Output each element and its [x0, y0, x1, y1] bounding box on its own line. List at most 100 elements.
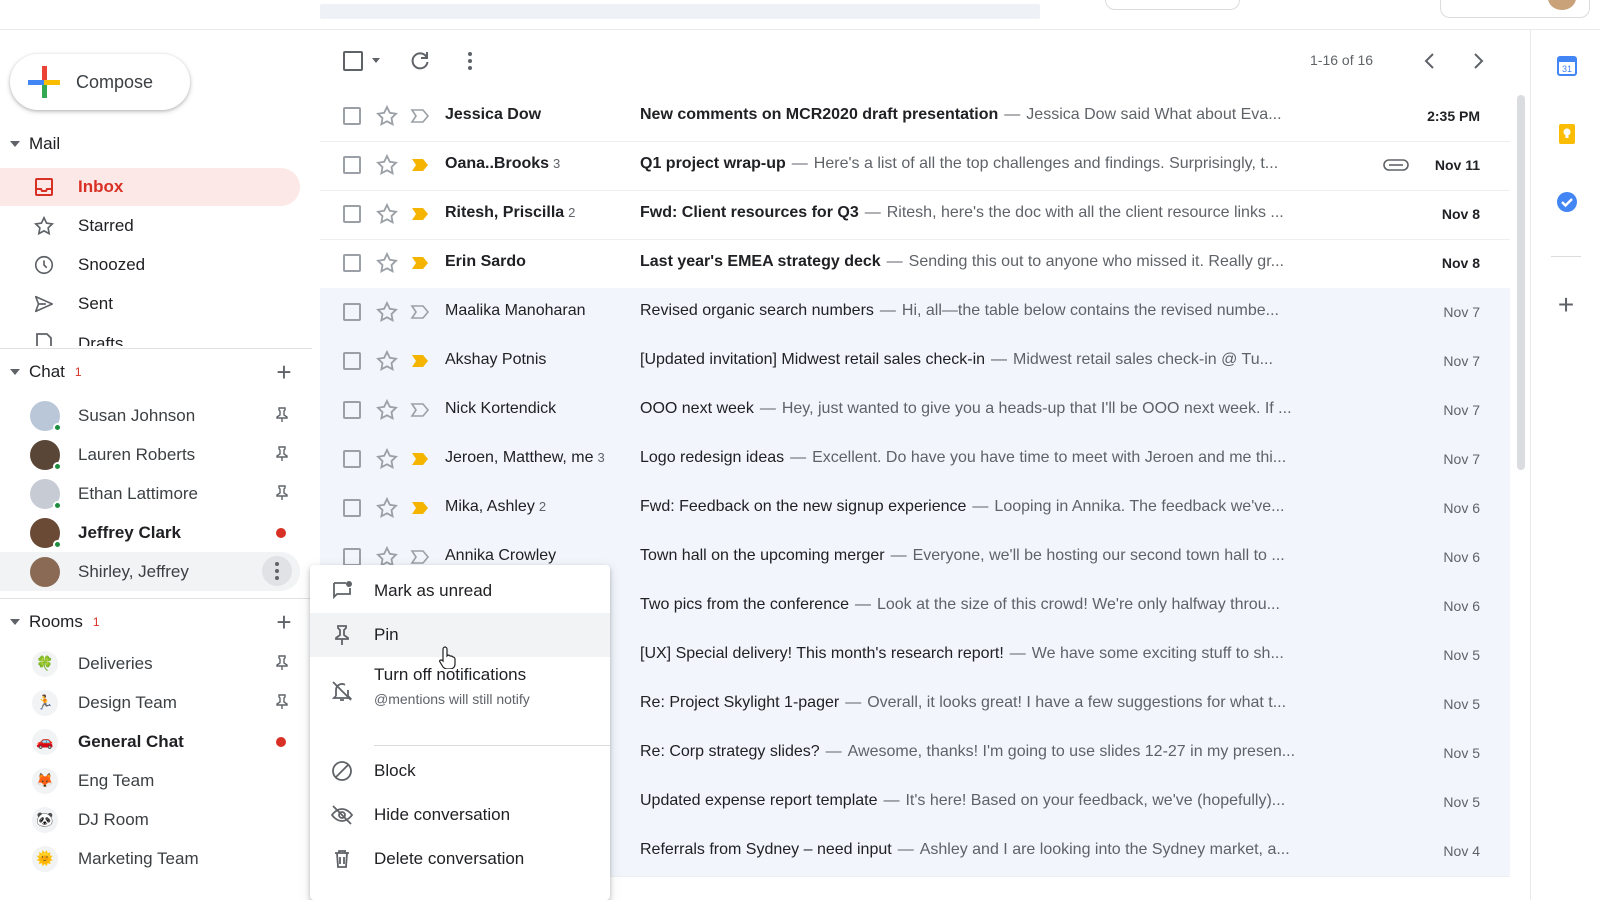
star-icon[interactable]	[375, 300, 399, 324]
menu-mark-unread[interactable]: Mark as unread	[310, 571, 610, 611]
pin-icon[interactable]	[276, 407, 288, 423]
room-item-design-team[interactable]: 🏃 Design Team	[0, 683, 300, 722]
caret-down-icon[interactable]	[10, 141, 20, 147]
nav-drafts[interactable]: Drafts	[0, 324, 300, 346]
chat-section-header[interactable]: Chat 1 +	[0, 358, 312, 386]
refresh-icon[interactable]	[408, 49, 432, 73]
support-pill[interactable]	[1105, 0, 1240, 10]
important-marker-icon[interactable]	[410, 254, 430, 272]
row-checkbox[interactable]	[343, 548, 361, 566]
room-item-dj-room[interactable]: 🐼 DJ Room	[0, 800, 300, 839]
pin-icon[interactable]	[276, 485, 288, 501]
star-icon[interactable]	[375, 251, 399, 275]
star-icon[interactable]	[375, 496, 399, 520]
email-sender-name: Oana..Brooks	[445, 155, 550, 172]
star-icon[interactable]	[375, 398, 399, 422]
email-row[interactable]: Jessica Dow New comments on MCR2020 draft…	[320, 92, 1510, 142]
menu-hide-conversation[interactable]: Hide conversation	[310, 793, 610, 837]
menu-block[interactable]: Block	[310, 749, 610, 793]
nav-sent[interactable]: Sent	[0, 285, 300, 323]
email-row[interactable]: Jeroen, Matthew, me 3 Logo redesign ideas —…	[320, 435, 1510, 485]
email-row[interactable]: Maalika Manoharan Revised organic search …	[320, 288, 1510, 338]
pin-icon[interactable]	[276, 655, 288, 671]
nav-starred[interactable]: Starred	[0, 207, 300, 245]
chevron-right-icon[interactable]	[1466, 49, 1490, 73]
attachment-icon[interactable]	[1383, 157, 1409, 173]
email-snippet: Here's a list of all the top challenges …	[813, 155, 1279, 172]
important-marker-icon[interactable]	[410, 303, 430, 321]
chat-item-jeffrey[interactable]: Jeffrey Clark	[0, 513, 300, 552]
important-marker-icon[interactable]	[410, 352, 430, 370]
menu-turn-off-notifications[interactable]: Turn off notifications @mentions will st…	[310, 659, 610, 723]
star-icon[interactable]	[375, 153, 399, 177]
row-checkbox[interactable]	[343, 401, 361, 419]
email-row[interactable]: Erin Sardo Last year's EMEA strategy deck…	[320, 239, 1510, 289]
sidebar-divider	[0, 598, 312, 599]
caret-down-icon[interactable]	[10, 369, 20, 375]
important-marker-icon[interactable]	[410, 499, 430, 517]
more-options-icon[interactable]	[262, 556, 292, 586]
compose-button[interactable]: Compose	[10, 54, 190, 110]
room-item-eng-team[interactable]: 🦊 Eng Team	[0, 761, 300, 800]
add-chat-icon[interactable]: +	[270, 358, 298, 386]
add-room-icon[interactable]: +	[270, 608, 298, 636]
menu-pin[interactable]: Pin	[310, 613, 610, 657]
tasks-icon[interactable]	[1555, 190, 1579, 214]
rooms-section-header[interactable]: Rooms 1 +	[0, 608, 312, 636]
row-checkbox[interactable]	[343, 499, 361, 517]
chat-item-ethan[interactable]: Ethan Lattimore	[0, 474, 300, 513]
row-checkbox[interactable]	[343, 450, 361, 468]
important-marker-icon[interactable]	[410, 548, 430, 566]
chat-section-title: Chat	[29, 362, 65, 381]
row-checkbox[interactable]	[343, 107, 361, 125]
star-icon[interactable]	[375, 104, 399, 128]
chat-item-susan[interactable]: Susan Johnson	[0, 396, 300, 435]
row-checkbox[interactable]	[343, 303, 361, 321]
chevron-left-icon[interactable]	[1418, 49, 1442, 73]
select-dropdown-caret-icon[interactable]	[372, 58, 380, 63]
pin-icon[interactable]	[276, 446, 288, 462]
star-icon[interactable]	[375, 202, 399, 226]
room-item-deliveries[interactable]: 🍀 Deliveries	[0, 644, 300, 683]
mail-section-header[interactable]: Mail	[0, 130, 312, 158]
keep-icon[interactable]	[1555, 122, 1579, 146]
important-marker-icon[interactable]	[410, 401, 430, 419]
row-checkbox[interactable]	[343, 205, 361, 223]
nav-snoozed[interactable]: Snoozed	[0, 246, 300, 284]
important-marker-icon[interactable]	[410, 450, 430, 468]
email-date: Nov 6	[1443, 598, 1480, 614]
nav-inbox[interactable]: Inbox	[0, 168, 300, 206]
chat-item-shirley-jeffrey[interactable]: Shirley, Jeffrey	[0, 552, 300, 591]
room-item-marketing-team[interactable]: 🌞 Marketing Team	[0, 839, 300, 878]
row-checkbox[interactable]	[343, 254, 361, 272]
more-vert-icon[interactable]	[458, 49, 482, 73]
email-row[interactable]: Nick Kortendick OOO next week — Hey, just w…	[320, 386, 1510, 436]
email-snippet: Hey, just wanted to give you a heads-up …	[781, 400, 1292, 417]
email-row[interactable]: Oana..Brooks 3 Q1 project wrap-up — Here's a…	[320, 141, 1510, 191]
chat-item-lauren[interactable]: Lauren Roberts	[0, 435, 300, 474]
room-item-general-chat[interactable]: 🚗 General Chat	[0, 722, 300, 761]
menu-pin-label: Pin	[374, 625, 399, 644]
select-all-checkbox[interactable]	[343, 51, 363, 71]
row-checkbox[interactable]	[343, 156, 361, 174]
important-marker-icon[interactable]	[410, 107, 430, 125]
email-subject: Town hall on the upcoming merger	[640, 547, 885, 564]
notifications-off-icon	[331, 681, 353, 701]
search-bar[interactable]	[320, 4, 1040, 19]
pin-icon[interactable]	[276, 694, 288, 710]
menu-delete-conversation[interactable]: Delete conversation	[310, 837, 610, 881]
caret-down-icon[interactable]	[10, 619, 20, 625]
star-icon[interactable]	[375, 447, 399, 471]
important-marker-icon[interactable]	[410, 156, 430, 174]
email-row[interactable]: Akshay Potnis [Updated invitation] Midwes…	[320, 337, 1510, 387]
list-scrollbar[interactable]	[1517, 95, 1525, 470]
email-row[interactable]: Mika, Ashley 2 Fwd: Feedback on the new si…	[320, 484, 1510, 534]
calendar-icon[interactable]: 31	[1555, 54, 1579, 78]
email-row[interactable]: Ritesh, Priscilla 2 Fwd: Client resources …	[320, 190, 1510, 240]
add-addon-icon[interactable]: +	[1553, 291, 1579, 319]
row-checkbox[interactable]	[343, 352, 361, 370]
email-content: New comments on MCR2020 draft presentati…	[640, 106, 1370, 124]
star-icon[interactable]	[375, 349, 399, 373]
chat-item-label: Ethan Lattimore	[78, 483, 199, 503]
important-marker-icon[interactable]	[410, 205, 430, 223]
